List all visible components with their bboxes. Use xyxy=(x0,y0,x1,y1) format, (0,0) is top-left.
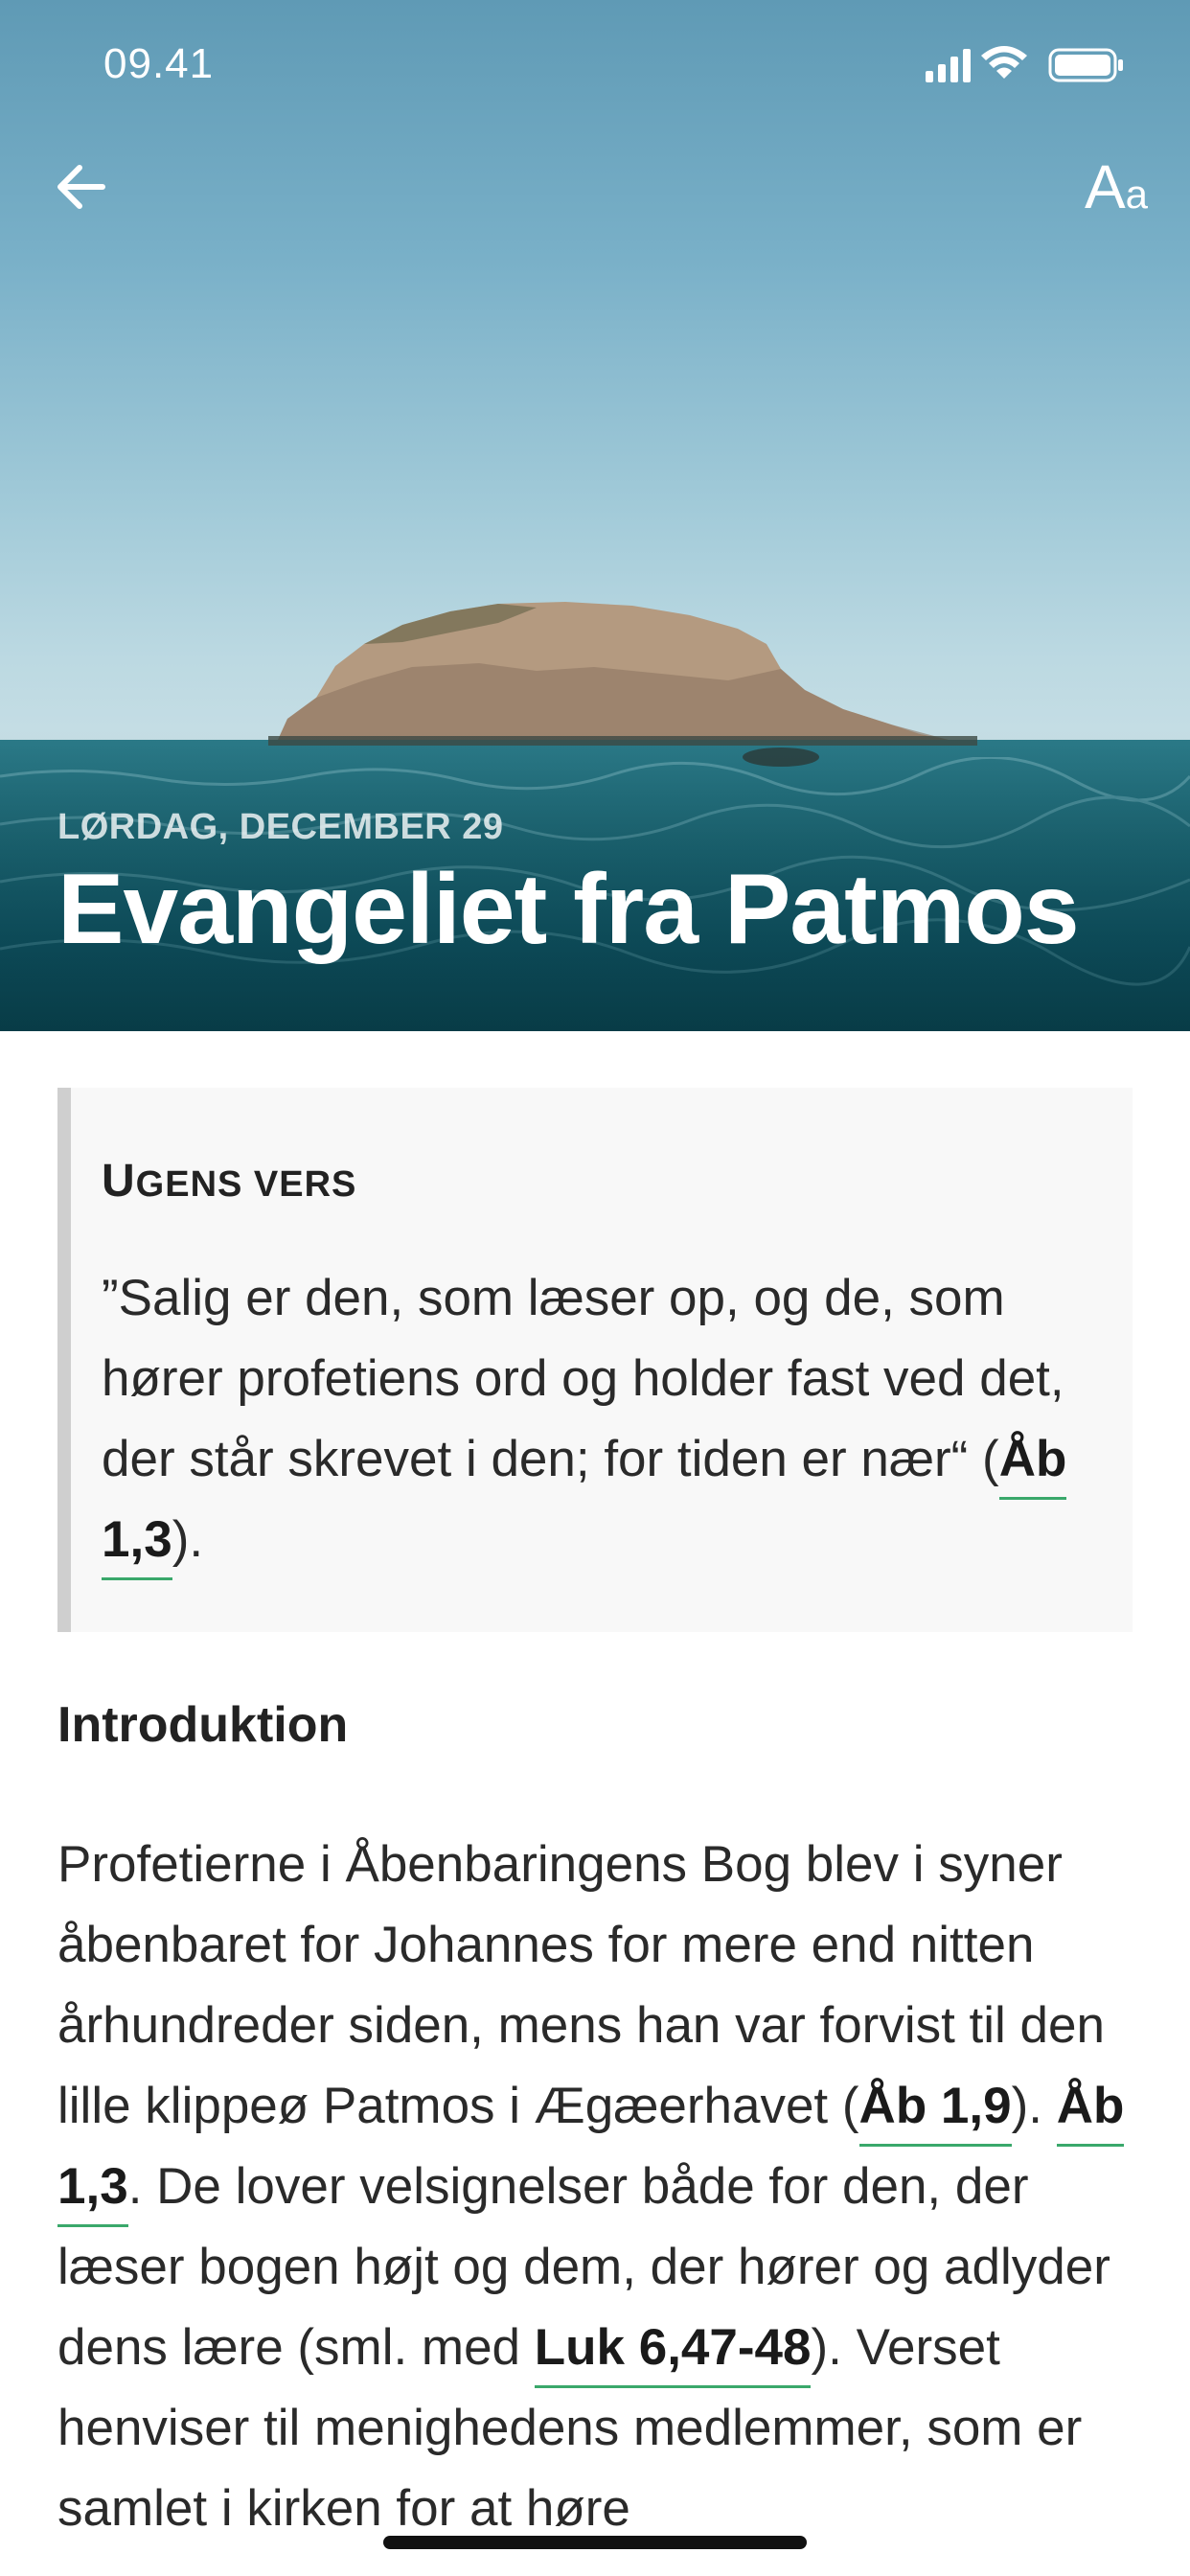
weekly-verse-end: ). xyxy=(172,1511,204,1568)
arrow-left-icon xyxy=(57,165,105,209)
status-icons xyxy=(926,46,1123,82)
home-indicator[interactable] xyxy=(383,2536,807,2549)
back-button[interactable] xyxy=(48,153,115,220)
battery-icon xyxy=(1048,48,1123,82)
weekly-verse-heading-rest: GENS VERS xyxy=(135,1164,357,1205)
font-size-label-big: A xyxy=(1084,152,1126,221)
weekly-verse-quote: ”Salig er den, som læser op, og de, som … xyxy=(102,1270,1064,1487)
page-title: Evangeliet fra Patmos xyxy=(57,854,1080,965)
weekly-verse-text: ”Salig er den, som læser op, og de, som … xyxy=(102,1258,1098,1580)
font-size-button[interactable]: Aa xyxy=(1085,151,1148,222)
weekly-verse-heading-initial: U xyxy=(102,1156,136,1207)
signal-icon xyxy=(926,49,971,82)
font-size-label-small: a xyxy=(1125,172,1148,217)
section-heading: Introduktion xyxy=(57,1697,349,1753)
weekly-verse-heading: UGENS VERS xyxy=(102,1155,356,1208)
status-time: 09.41 xyxy=(103,40,215,87)
hero-image: 09.41 Aa LØRDAG, DECEMBER 29 Evangeliet … xyxy=(0,0,1190,1031)
intro-text-part: ). xyxy=(1011,2078,1057,2134)
lesson-date: LØRDAG, DECEMBER 29 xyxy=(57,807,504,847)
bible-reference-link[interactable]: Luk 6,47-48 xyxy=(534,2319,812,2388)
intro-paragraph: Profetierne i Åbenbaringens Bog blev i s… xyxy=(57,1825,1140,2549)
weekly-verse-box: UGENS VERS ”Salig er den, som læser op, … xyxy=(57,1088,1133,1632)
status-bar: 09.41 xyxy=(0,0,1190,129)
bible-reference-link[interactable]: Åb 1,9 xyxy=(858,2078,1012,2147)
wifi-icon xyxy=(981,46,1027,79)
